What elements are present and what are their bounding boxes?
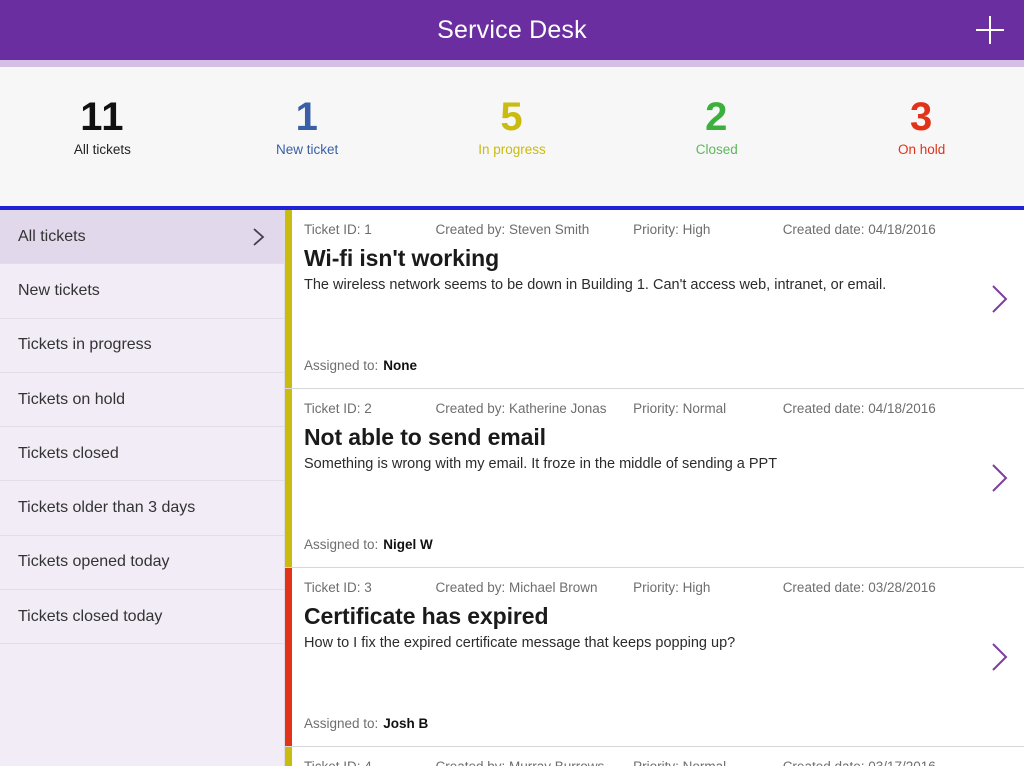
stat-label: All tickets — [73, 142, 131, 157]
chevron-right-icon — [252, 226, 266, 248]
sidebar-item-label: Tickets opened today — [18, 553, 170, 571]
main-body: All tickets New tickets Tickets in progr… — [0, 210, 1024, 766]
stat-closed[interactable]: 2 Closed — [614, 95, 819, 158]
sidebar-item-label: Tickets on hold — [18, 390, 126, 408]
ticket-meta: Ticket ID: 4 Created by: Murray Burrows … — [304, 758, 964, 766]
ticket-meta: Ticket ID: 2 Created by: Katherine Jonas… — [304, 400, 964, 418]
stat-label: New ticket — [276, 142, 339, 157]
sidebar-item-all-tickets[interactable]: All tickets — [0, 210, 284, 265]
sidebar-item-tickets-closed[interactable]: Tickets closed — [0, 427, 284, 482]
ticket-priority: Priority: High — [633, 580, 711, 595]
table-row[interactable]: Ticket ID: 1 Created by: Steven Smith Pr… — [285, 210, 1024, 389]
assigned-to-label: Assigned to: — [304, 358, 379, 373]
ticket-created-by: Created by: Murray Burrows — [435, 758, 633, 766]
table-row[interactable]: Ticket ID: 4 Created by: Murray Burrows … — [285, 747, 1024, 766]
ticket-created-date: Created date: 03/28/2016 — [782, 580, 936, 595]
ticket-description: Something is wrong with my email. It fro… — [304, 456, 778, 472]
ticket-description: The wireless network seems to be down in… — [304, 277, 887, 293]
assigned-to-value: None — [383, 358, 418, 373]
ticket-title: Wi-fi isn't working — [304, 245, 500, 271]
ticket-id: Ticket ID: 1 — [304, 222, 372, 237]
priority-color-bar — [285, 389, 292, 567]
sidebar: All tickets New tickets Tickets in progr… — [0, 210, 285, 766]
priority-color-bar — [285, 568, 292, 746]
assigned-to-label: Assigned to: — [304, 716, 379, 731]
sidebar-item-label: Tickets in progress — [18, 336, 152, 354]
stat-value: 11 — [80, 95, 125, 139]
ticket-created-by: Created by: Katherine Jonas — [435, 401, 607, 416]
sidebar-item-tickets-on-hold[interactable]: Tickets on hold — [0, 373, 284, 428]
stats-strip: 11 All tickets 1 New ticket 5 In progres… — [0, 67, 1024, 206]
table-row[interactable]: Ticket ID: 3 Created by: Michael Brown P… — [285, 568, 1024, 747]
assigned-to-value: Josh B — [383, 716, 429, 731]
ticket-created-by: Created by: Steven Smith — [435, 222, 590, 237]
ticket-assigned-to: Assigned to: Nigel W — [304, 536, 433, 554]
ticket-meta: Ticket ID: 1 Created by: Steven Smith Pr… — [304, 221, 964, 239]
priority-color-bar — [285, 747, 292, 766]
stat-label: Closed — [695, 142, 738, 157]
header-underline — [0, 60, 1024, 67]
sidebar-item-label: All tickets — [18, 227, 86, 245]
assigned-to-value: Nigel W — [383, 537, 433, 552]
ticket-title: Certificate has expired — [304, 603, 549, 629]
chevron-right-icon[interactable] — [989, 640, 1011, 674]
page-title: Service Desk — [437, 15, 587, 44]
ticket-created-date: Created date: 03/17/2016 — [783, 758, 964, 766]
sidebar-item-tickets-in-progress[interactable]: Tickets in progress — [0, 319, 284, 373]
sidebar-item-new-tickets[interactable]: New tickets — [0, 264, 284, 319]
stat-value: 2 — [705, 95, 729, 139]
stat-new-ticket[interactable]: 1 New ticket — [205, 95, 410, 158]
sidebar-item-label: Tickets older than 3 days — [18, 499, 196, 517]
ticket-created-date: Created date: 04/18/2016 — [782, 401, 936, 416]
sidebar-item-tickets-closed-today[interactable]: Tickets closed today — [0, 590, 284, 645]
priority-color-bar — [285, 210, 292, 388]
ticket-priority: Priority: High — [633, 222, 711, 237]
ticket-meta: Ticket ID: 3 Created by: Michael Brown P… — [304, 579, 964, 597]
ticket-id: Ticket ID: 3 — [304, 580, 372, 595]
ticket-id: Ticket ID: 2 — [304, 401, 372, 416]
sidebar-item-label: Tickets closed today — [18, 607, 163, 625]
sidebar-item-tickets-opened-today[interactable]: Tickets opened today — [0, 536, 284, 591]
stat-label: In progress — [478, 142, 546, 157]
plus-icon-bar — [976, 29, 1004, 31]
ticket-priority: Priority: Normal — [633, 758, 783, 766]
stat-value: 3 — [909, 95, 934, 139]
stat-in-progress[interactable]: 5 In progress — [410, 95, 615, 158]
stat-all-tickets[interactable]: 11 All tickets — [0, 95, 205, 158]
chevron-right-icon[interactable] — [989, 461, 1011, 495]
stat-value: 5 — [500, 95, 524, 139]
ticket-created-date: Created date: 04/18/2016 — [782, 222, 936, 237]
chevron-right-icon[interactable] — [989, 282, 1011, 316]
sidebar-item-label: New tickets — [18, 281, 100, 299]
stat-label: On hold — [897, 142, 946, 157]
ticket-list: Ticket ID: 1 Created by: Steven Smith Pr… — [285, 210, 1024, 766]
sidebar-item-tickets-older-than-3-days[interactable]: Tickets older than 3 days — [0, 481, 284, 536]
ticket-priority: Priority: Normal — [633, 401, 727, 416]
app-header: Service Desk — [0, 0, 1024, 60]
stat-value: 1 — [295, 95, 319, 139]
ticket-title: Not able to send email — [304, 424, 546, 450]
add-ticket-button[interactable] — [970, 10, 1010, 50]
sidebar-item-label: Tickets closed — [18, 444, 119, 462]
ticket-assigned-to: Assigned to: None — [304, 357, 417, 375]
stat-on-hold[interactable]: 3 On hold — [819, 95, 1024, 158]
ticket-id: Ticket ID: 4 — [304, 758, 435, 766]
assigned-to-label: Assigned to: — [304, 537, 379, 552]
table-row[interactable]: Ticket ID: 2 Created by: Katherine Jonas… — [285, 389, 1024, 568]
ticket-created-by: Created by: Michael Brown — [435, 580, 598, 595]
ticket-description: How to I fix the expired certificate mes… — [304, 635, 736, 651]
ticket-assigned-to: Assigned to: Josh B — [304, 715, 428, 733]
